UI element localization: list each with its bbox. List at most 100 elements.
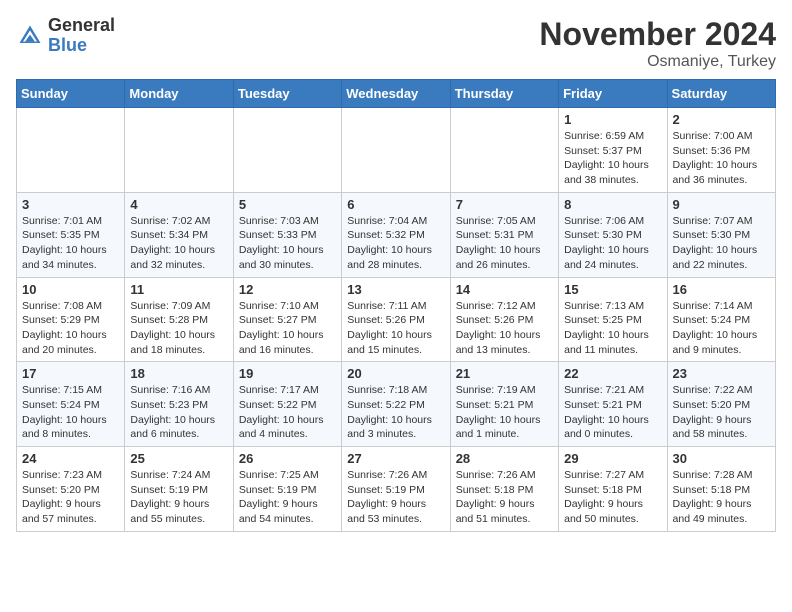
day-cell: 5 Sunrise: 7:03 AM Sunset: 5:33 PM Daylig… xyxy=(233,192,341,277)
day-info: Sunrise: 7:17 AM Sunset: 5:22 PM Dayligh… xyxy=(239,383,336,442)
day-cell xyxy=(450,108,558,193)
day-info: Sunrise: 7:13 AM Sunset: 5:25 PM Dayligh… xyxy=(564,299,661,358)
logo-text: General Blue xyxy=(48,16,115,56)
weekday-header-row: SundayMondayTuesdayWednesdayThursdayFrid… xyxy=(17,80,776,108)
day-number: 2 xyxy=(673,112,770,127)
weekday-header-friday: Friday xyxy=(559,80,667,108)
day-info: Sunrise: 7:19 AM Sunset: 5:21 PM Dayligh… xyxy=(456,383,553,442)
day-info: Sunrise: 7:11 AM Sunset: 5:26 PM Dayligh… xyxy=(347,299,444,358)
day-cell: 19 Sunrise: 7:17 AM Sunset: 5:22 PM Dayli… xyxy=(233,362,341,447)
day-info: Sunrise: 7:05 AM Sunset: 5:31 PM Dayligh… xyxy=(456,214,553,273)
location: Osmaniye, Turkey xyxy=(539,53,776,71)
calendar-table: SundayMondayTuesdayWednesdayThursdayFrid… xyxy=(16,79,776,532)
day-info: Sunrise: 7:22 AM Sunset: 5:20 PM Dayligh… xyxy=(673,383,770,442)
day-info: Sunrise: 7:07 AM Sunset: 5:30 PM Dayligh… xyxy=(673,214,770,273)
day-info: Sunrise: 7:01 AM Sunset: 5:35 PM Dayligh… xyxy=(22,214,119,273)
week-row-1: 1 Sunrise: 6:59 AM Sunset: 5:37 PM Daylig… xyxy=(17,108,776,193)
day-info: Sunrise: 7:27 AM Sunset: 5:18 PM Dayligh… xyxy=(564,468,661,527)
day-info: Sunrise: 7:15 AM Sunset: 5:24 PM Dayligh… xyxy=(22,383,119,442)
day-cell: 8Sunrise: 7:06 AM Sunset: 5:30 PM Daylig… xyxy=(559,192,667,277)
day-cell xyxy=(342,108,450,193)
weekday-header-sunday: Sunday xyxy=(17,80,125,108)
day-info: Sunrise: 7:00 AM Sunset: 5:36 PM Dayligh… xyxy=(673,129,770,188)
day-number: 13 xyxy=(347,282,444,297)
day-number: 11 xyxy=(130,282,227,297)
day-number: 29 xyxy=(564,451,661,466)
day-number: 16 xyxy=(673,282,770,297)
day-number: 27 xyxy=(347,451,444,466)
day-number: 24 xyxy=(22,451,119,466)
day-info: Sunrise: 7:28 AM Sunset: 5:18 PM Dayligh… xyxy=(673,468,770,527)
day-cell: 22 Sunrise: 7:21 AM Sunset: 5:21 PM Dayli… xyxy=(559,362,667,447)
day-number: 22 xyxy=(564,366,661,381)
day-number: 1 xyxy=(564,112,661,127)
day-cell: 20 Sunrise: 7:18 AM Sunset: 5:22 PM Dayli… xyxy=(342,362,450,447)
day-cell: 1 Sunrise: 6:59 AM Sunset: 5:37 PM Daylig… xyxy=(559,108,667,193)
day-cell: 14Sunrise: 7:12 AM Sunset: 5:26 PM Dayli… xyxy=(450,277,558,362)
weekday-header-saturday: Saturday xyxy=(667,80,775,108)
day-number: 28 xyxy=(456,451,553,466)
day-info: Sunrise: 7:08 AM Sunset: 5:29 PM Dayligh… xyxy=(22,299,119,358)
day-info: Sunrise: 7:16 AM Sunset: 5:23 PM Dayligh… xyxy=(130,383,227,442)
day-number: 30 xyxy=(673,451,770,466)
day-info: Sunrise: 7:14 AM Sunset: 5:24 PM Dayligh… xyxy=(673,299,770,358)
day-cell: 2 Sunrise: 7:00 AM Sunset: 5:36 PM Daylig… xyxy=(667,108,775,193)
day-number: 8 xyxy=(564,197,661,212)
day-number: 26 xyxy=(239,451,336,466)
day-number: 23 xyxy=(673,366,770,381)
day-cell: 23 Sunrise: 7:22 AM Sunset: 5:20 PM Dayli… xyxy=(667,362,775,447)
day-number: 15 xyxy=(564,282,661,297)
day-info: Sunrise: 7:03 AM Sunset: 5:33 PM Dayligh… xyxy=(239,214,336,273)
day-number: 5 xyxy=(239,197,336,212)
day-cell: 11 Sunrise: 7:09 AM Sunset: 5:28 PM Dayli… xyxy=(125,277,233,362)
day-number: 4 xyxy=(130,197,227,212)
day-number: 9 xyxy=(673,197,770,212)
day-number: 20 xyxy=(347,366,444,381)
day-cell: 16 Sunrise: 7:14 AM Sunset: 5:24 PM Dayli… xyxy=(667,277,775,362)
day-cell: 21Sunrise: 7:19 AM Sunset: 5:21 PM Dayli… xyxy=(450,362,558,447)
logo: General Blue xyxy=(16,16,115,56)
day-cell: 28 Sunrise: 7:26 AM Sunset: 5:18 PM Dayli… xyxy=(450,447,558,532)
day-number: 3 xyxy=(22,197,119,212)
week-row-3: 10Sunrise: 7:08 AM Sunset: 5:29 PM Dayli… xyxy=(17,277,776,362)
day-number: 19 xyxy=(239,366,336,381)
title-block: November 2024 Osmaniye, Turkey xyxy=(539,16,776,71)
day-cell: 10Sunrise: 7:08 AM Sunset: 5:29 PM Dayli… xyxy=(17,277,125,362)
day-number: 12 xyxy=(239,282,336,297)
day-info: Sunrise: 6:59 AM Sunset: 5:37 PM Dayligh… xyxy=(564,129,661,188)
day-cell: 17 Sunrise: 7:15 AM Sunset: 5:24 PM Dayli… xyxy=(17,362,125,447)
day-info: Sunrise: 7:25 AM Sunset: 5:19 PM Dayligh… xyxy=(239,468,336,527)
day-number: 18 xyxy=(130,366,227,381)
week-row-5: 24 Sunrise: 7:23 AM Sunset: 5:20 PM Dayli… xyxy=(17,447,776,532)
day-cell xyxy=(233,108,341,193)
day-info: Sunrise: 7:23 AM Sunset: 5:20 PM Dayligh… xyxy=(22,468,119,527)
day-info: Sunrise: 7:18 AM Sunset: 5:22 PM Dayligh… xyxy=(347,383,444,442)
day-number: 6 xyxy=(347,197,444,212)
day-info: Sunrise: 7:10 AM Sunset: 5:27 PM Dayligh… xyxy=(239,299,336,358)
day-info: Sunrise: 7:26 AM Sunset: 5:18 PM Dayligh… xyxy=(456,468,553,527)
logo-icon xyxy=(16,22,44,50)
day-number: 17 xyxy=(22,366,119,381)
day-info: Sunrise: 7:21 AM Sunset: 5:21 PM Dayligh… xyxy=(564,383,661,442)
day-info: Sunrise: 7:02 AM Sunset: 5:34 PM Dayligh… xyxy=(130,214,227,273)
day-cell: 13 Sunrise: 7:11 AM Sunset: 5:26 PM Dayli… xyxy=(342,277,450,362)
weekday-header-tuesday: Tuesday xyxy=(233,80,341,108)
day-number: 25 xyxy=(130,451,227,466)
day-cell: 9 Sunrise: 7:07 AM Sunset: 5:30 PM Daylig… xyxy=(667,192,775,277)
day-cell: 4 Sunrise: 7:02 AM Sunset: 5:34 PM Daylig… xyxy=(125,192,233,277)
day-cell: 18 Sunrise: 7:16 AM Sunset: 5:23 PM Dayli… xyxy=(125,362,233,447)
day-cell: 26 Sunrise: 7:25 AM Sunset: 5:19 PM Dayli… xyxy=(233,447,341,532)
week-row-2: 3 Sunrise: 7:01 AM Sunset: 5:35 PM Daylig… xyxy=(17,192,776,277)
weekday-header-thursday: Thursday xyxy=(450,80,558,108)
day-cell: 30 Sunrise: 7:28 AM Sunset: 5:18 PM Dayli… xyxy=(667,447,775,532)
day-cell: 7Sunrise: 7:05 AM Sunset: 5:31 PM Daylig… xyxy=(450,192,558,277)
day-cell: 25Sunrise: 7:24 AM Sunset: 5:19 PM Dayli… xyxy=(125,447,233,532)
day-info: Sunrise: 7:09 AM Sunset: 5:28 PM Dayligh… xyxy=(130,299,227,358)
week-row-4: 17 Sunrise: 7:15 AM Sunset: 5:24 PM Dayli… xyxy=(17,362,776,447)
day-info: Sunrise: 7:26 AM Sunset: 5:19 PM Dayligh… xyxy=(347,468,444,527)
weekday-header-wednesday: Wednesday xyxy=(342,80,450,108)
day-cell: 27 Sunrise: 7:26 AM Sunset: 5:19 PM Dayli… xyxy=(342,447,450,532)
day-cell xyxy=(17,108,125,193)
day-number: 14 xyxy=(456,282,553,297)
header: General Blue November 2024 Osmaniye, Tur… xyxy=(16,16,776,71)
